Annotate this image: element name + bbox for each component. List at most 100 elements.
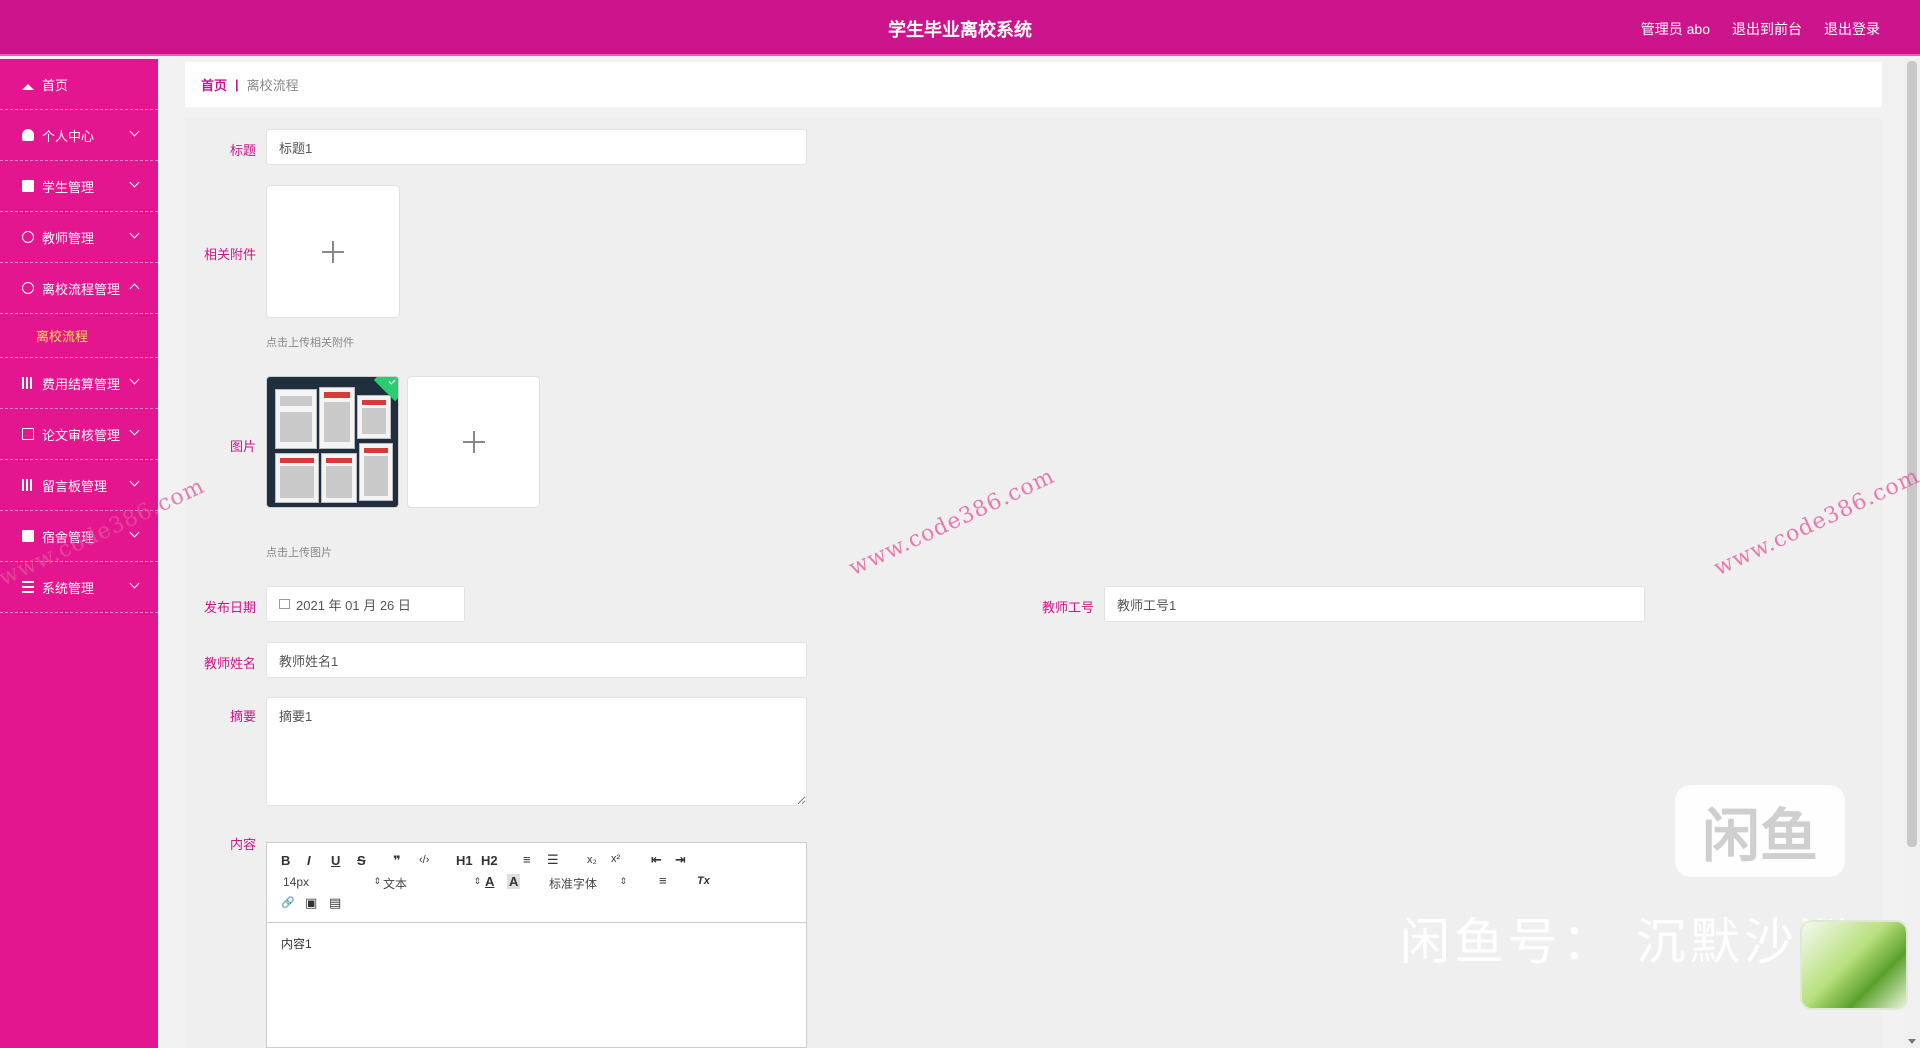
attachment-label: 相关附件 xyxy=(203,247,256,262)
sidebar-item-label: 费用结算管理 xyxy=(42,376,121,392)
link-button[interactable]: 🔗 xyxy=(281,896,295,909)
chevron-down-icon xyxy=(129,177,140,188)
teacher-icon xyxy=(22,231,34,243)
subscript-button[interactable]: x₂ xyxy=(587,854,597,866)
sidebar-subitem-process[interactable]: 离校流程 xyxy=(0,314,158,358)
video-button[interactable]: ▤ xyxy=(329,895,341,911)
font-size-select[interactable]: 14px ⇕ xyxy=(283,875,381,889)
chevron-down-icon xyxy=(129,228,140,239)
dorm-icon xyxy=(22,530,34,542)
sidebar-item-students[interactable]: 学生管理 xyxy=(0,161,158,212)
quote-button[interactable]: ❞ xyxy=(393,853,401,869)
attachment-hint: 点击上传相关附件 xyxy=(266,337,354,349)
sidebar-item-label: 个人中心 xyxy=(42,128,95,144)
plus-icon xyxy=(322,240,344,263)
title-input[interactable]: 标题1 xyxy=(266,129,807,165)
select-arrow-icon: ⇕ xyxy=(473,876,482,886)
teacher-name-input[interactable]: 教师姓名1 xyxy=(266,642,807,678)
paragraph-select[interactable]: 文本 ⇕ xyxy=(383,875,481,892)
image-label: 图片 xyxy=(229,439,256,454)
user-area: 管理员 abo 退出到前台 退出登录 xyxy=(1641,19,1880,39)
editor-content-area[interactable]: 内容1 xyxy=(267,923,806,964)
scrollbar-thumb[interactable] xyxy=(1907,61,1917,847)
teacher-id-label: 教师工号 xyxy=(1041,600,1094,615)
paragraph-value: 文本 xyxy=(383,877,408,891)
calendar-icon xyxy=(279,599,290,609)
breadcrumb-home[interactable]: 首页 xyxy=(201,75,227,94)
sidebar-item-label: 学生管理 xyxy=(42,179,95,195)
fish-logo-watermark: 闲鱼 xyxy=(1675,785,1845,877)
student-icon xyxy=(22,180,34,192)
h2-button[interactable]: H2 xyxy=(481,853,498,868)
fish-id-watermark: 闲鱼号： 沉默沙洲 xyxy=(1400,913,1852,971)
clear-format-button[interactable]: Tx xyxy=(697,875,710,887)
teacher-name-label: 教师姓名 xyxy=(203,656,256,671)
select-arrow-icon: ⇕ xyxy=(619,876,628,886)
image-upload-button[interactable] xyxy=(407,376,540,508)
bullet-list-button[interactable]: ☰ xyxy=(547,852,559,868)
top-bar: 学生毕业离校系统 管理员 abo 退出到前台 退出登录 xyxy=(0,0,1920,56)
app-title: 学生毕业离校系统 xyxy=(888,20,1032,40)
home-icon xyxy=(22,78,34,90)
sidebar-item-label: 系统管理 xyxy=(42,580,95,596)
teacher-id-input[interactable]: 教师工号1 xyxy=(1104,586,1645,622)
chevron-down-icon xyxy=(129,476,140,487)
indent-button[interactable]: ⇥ xyxy=(675,852,686,868)
date-value: 2021 年 01 月 26 日 xyxy=(296,597,411,613)
sidebar-item-home[interactable]: 首页 xyxy=(0,59,158,110)
font-size-value: 14px xyxy=(283,875,310,889)
ordered-list-button[interactable]: ≡ xyxy=(523,852,531,867)
corner-avatar-image xyxy=(1800,920,1908,1010)
code-button[interactable]: ‹/› xyxy=(419,854,429,866)
chevron-down-icon xyxy=(129,126,140,137)
page-scrollbar[interactable] xyxy=(1904,59,1920,1048)
outdent-button[interactable]: ⇤ xyxy=(651,852,662,868)
image-button[interactable]: ▣ xyxy=(305,895,317,911)
italic-button[interactable]: I xyxy=(307,853,311,868)
h1-button[interactable]: H1 xyxy=(456,853,473,868)
summary-textarea[interactable]: 摘要1 xyxy=(266,697,807,806)
select-arrow-icon: ⇕ xyxy=(373,876,382,886)
date-label: 发布日期 xyxy=(203,600,256,615)
attachment-upload-button[interactable] xyxy=(266,185,400,318)
summary-label: 摘要 xyxy=(229,709,256,724)
title-label: 标题 xyxy=(229,143,256,158)
strike-button[interactable]: S xyxy=(357,853,366,868)
sidebar-item-fees[interactable]: 费用结算管理 xyxy=(0,358,158,409)
editor-toolbar: B I U S ❞ ‹/› H1 H2 ≡ ☰ x₂ x² ⇤ ⇥ 14px ⇕… xyxy=(267,843,806,923)
superscript-button[interactable]: x² xyxy=(611,853,620,865)
background-color-button[interactable]: A xyxy=(507,874,521,889)
sidebar-item-label: 首页 xyxy=(42,77,69,93)
logout-link[interactable]: 退出登录 xyxy=(1824,19,1880,39)
uploaded-image-thumbnail[interactable] xyxy=(266,376,399,508)
user-icon xyxy=(22,129,34,141)
breadcrumb-current: 离校流程 xyxy=(246,78,299,93)
sidebar-item-process-management[interactable]: 离校流程管理 xyxy=(0,263,158,314)
breadcrumb: 首页 | 离校流程 xyxy=(185,62,1882,107)
sidebar-item-label: 离校流程管理 xyxy=(42,281,121,297)
image-hint: 点击上传图片 xyxy=(266,547,332,559)
font-color-button[interactable]: A xyxy=(485,874,494,889)
date-picker[interactable]: 2021 年 01 月 26 日 xyxy=(266,586,465,622)
scroll-down-icon[interactable] xyxy=(1908,1039,1916,1044)
sidebar-item-papers[interactable]: 论文审核管理 xyxy=(0,409,158,460)
underline-button[interactable]: U xyxy=(331,853,340,868)
chevron-down-icon xyxy=(129,578,140,589)
settings-icon xyxy=(22,581,34,593)
chevron-up-icon xyxy=(129,283,140,294)
align-button[interactable]: ≡ xyxy=(659,873,667,888)
plus-icon xyxy=(462,431,485,453)
sidebar-item-teachers[interactable]: 教师管理 xyxy=(0,212,158,263)
sidebar-item-profile[interactable]: 个人中心 xyxy=(0,110,158,161)
sidebar-subitem-label: 离校流程 xyxy=(36,329,89,344)
admin-label[interactable]: 管理员 abo xyxy=(1641,19,1710,39)
chevron-down-icon xyxy=(129,374,140,385)
breadcrumb-separator: | xyxy=(235,77,239,92)
sidebar-item-label: 留言板管理 xyxy=(42,478,108,494)
fee-icon xyxy=(22,377,34,389)
process-icon xyxy=(22,282,34,294)
message-icon xyxy=(22,479,34,491)
bold-button[interactable]: B xyxy=(281,853,290,868)
font-family-select[interactable]: 标准字体 ⇕ xyxy=(549,875,627,892)
back-to-frontend-link[interactable]: 退出到前台 xyxy=(1732,19,1802,39)
